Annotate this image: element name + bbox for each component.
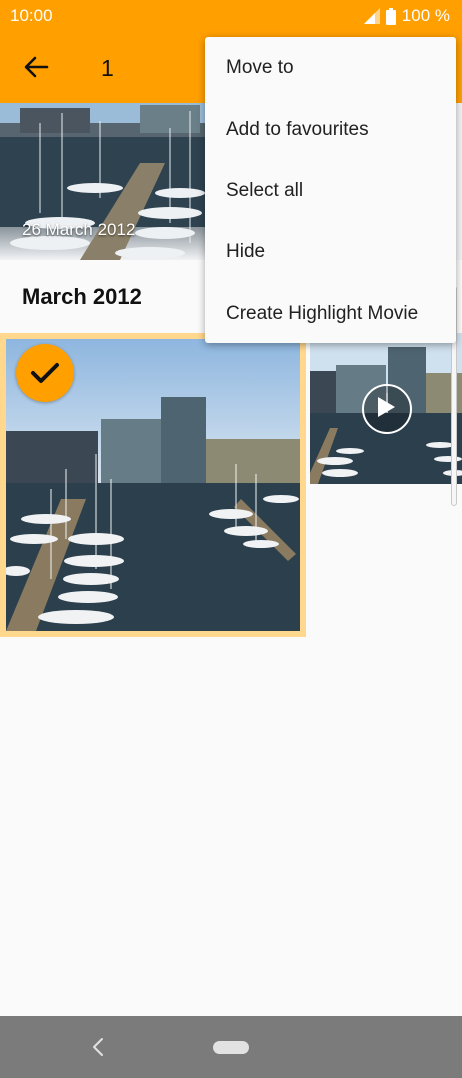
overflow-menu: Move to Add to favourites Select all Hid…: [205, 37, 456, 343]
nav-back-icon[interactable]: [90, 1037, 106, 1057]
photo-date: 26 March 2012: [22, 220, 136, 239]
selection-count: 1: [101, 55, 114, 81]
signal-icon: [363, 8, 380, 24]
checkmark-icon: [31, 363, 59, 383]
section-title: March 2012: [22, 284, 142, 309]
status-time: 10:00: [10, 6, 53, 25]
back-arrow-icon[interactable]: [22, 53, 50, 81]
nav-home-pill[interactable]: [213, 1041, 249, 1054]
menu-item-add-to-favourites[interactable]: Add to favourites: [226, 119, 369, 141]
system-nav-bar: [0, 1016, 462, 1078]
battery-percent: 100 %: [401, 6, 450, 25]
play-icon: [378, 397, 395, 417]
menu-item-create-highlight-movie[interactable]: Create Highlight Movie: [226, 303, 418, 325]
selected-badge[interactable]: [16, 344, 74, 402]
menu-item-hide[interactable]: Hide: [226, 241, 265, 263]
status-icons: 100 %: [363, 6, 450, 26]
battery-icon: [385, 7, 396, 25]
menu-item-select-all[interactable]: Select all: [226, 180, 303, 202]
play-button[interactable]: [362, 384, 412, 434]
status-bar: 10:00 100 %: [0, 0, 462, 33]
menu-item-move-to[interactable]: Move to: [226, 57, 294, 79]
